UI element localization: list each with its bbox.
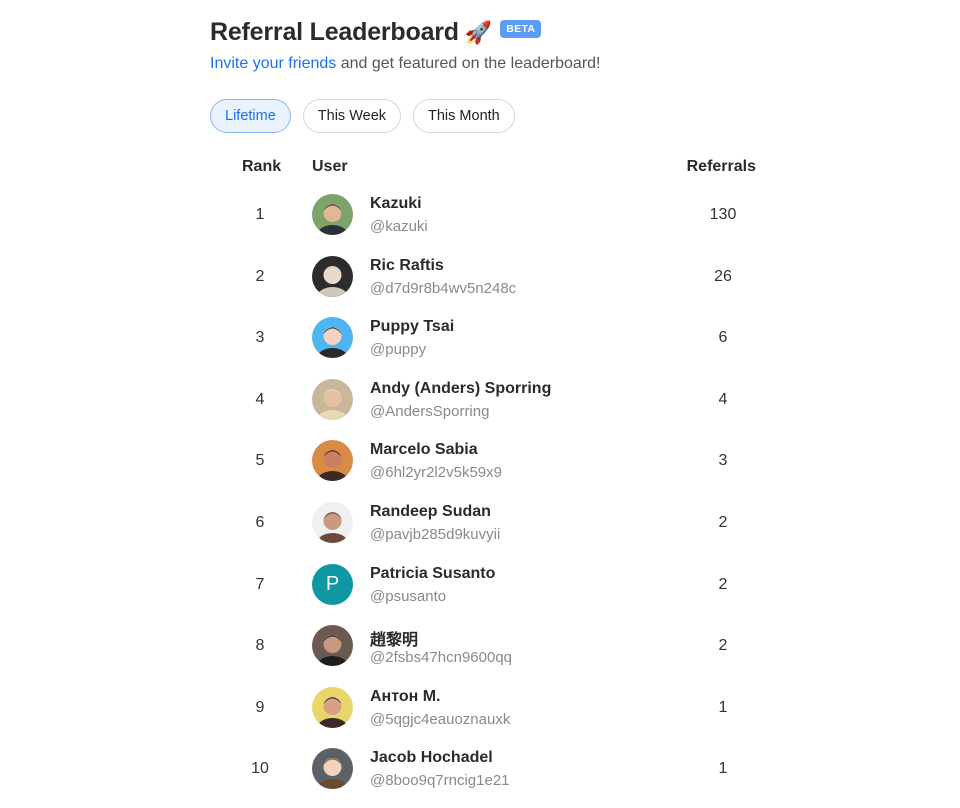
avatar[interactable] [312,625,353,667]
referral-count: 3 [718,452,728,470]
table-row[interactable]: 8 趙黎明 @2fsbs47hcn9600qq 2 [210,615,770,677]
user-handle: @8boo9q7rncig1e21 [370,772,510,790]
user-name[interactable]: 趙黎明 [370,626,418,650]
user-photo-icon [312,255,353,297]
user-photo-icon [312,748,353,790]
referral-count: 2 [718,513,728,531]
user-handle: @2fsbs47hcn9600qq [370,649,513,667]
avatar[interactable] [312,317,353,359]
table-row[interactable]: 7 P Patricia Susanto @psusanto 2 [210,554,770,616]
avatar[interactable]: P [312,563,353,605]
user-name[interactable]: Kazuki [370,195,422,213]
user-photo-icon [312,625,353,667]
table-row[interactable]: 5 Marcelo Sabia @6hl2yr2l2v5k59x9 3 [210,430,770,492]
avatar[interactable] [312,686,353,728]
column-header-user: User [312,158,348,175]
table-row[interactable]: 1 Kazuki @kazuki 130 [210,184,770,246]
avatar[interactable] [312,378,353,420]
table-row[interactable]: 4 Andy (Anders) Sporring @AndersSporring… [210,369,770,431]
rank-value: 1 [255,206,265,223]
table-row[interactable]: 6 Randeep Sudan @pavjb285d9kuvyii 2 [210,492,770,554]
avatar[interactable] [312,440,353,482]
user-handle: @pavjb285d9kuvyii [370,525,501,543]
user-name[interactable]: Randeep Sudan [370,503,491,521]
table-row[interactable]: 9 Антон М. @5qgjc4eauoznauxk 1 [210,677,770,739]
user-name[interactable]: Marcelo Sabia [370,441,478,459]
user-handle: @kazuki [370,218,428,235]
table-row[interactable]: 10 Jacob Hochadel @8boo9q7rncig1e21 1 [210,738,770,800]
period-tabs: Lifetime This Week This Month [210,99,515,133]
avatar[interactable] [312,748,353,790]
invite-friends-link[interactable]: Invite your friends [210,55,336,72]
user-name[interactable]: Puppy Tsai [370,318,454,336]
rocket-icon: 🚀 [464,19,493,45]
user-handle: @psusanto [370,587,447,605]
user-photo-icon [312,378,353,420]
user-name[interactable]: Антон М. [370,688,441,706]
user-name[interactable]: Andy (Anders) Sporring [370,380,551,398]
referral-count: 2 [718,575,728,593]
rank-value: 6 [255,513,265,531]
subtitle: Invite your friends and get featured on … [210,55,600,73]
leaderboard-table-body: 1 Kazuki @kazuki 130 2 Ric Raftis @d7d9r… [210,184,770,800]
referral-count: 26 [714,267,732,285]
user-photo-icon [312,501,353,543]
avatar[interactable] [312,501,353,543]
user-photo-icon [312,194,353,235]
user-name[interactable]: Ric Raftis [370,257,444,275]
table-header: Rank User Referrals [210,158,770,178]
referral-count: 1 [718,698,728,716]
page-title: Referral Leaderboard [210,18,459,46]
rank-value: 3 [255,329,265,347]
avatar-letter: P [325,572,340,595]
table-row[interactable]: 3 Puppy Tsai @puppy 6 [210,307,770,369]
rank-value: 4 [255,390,265,408]
subtitle-text: and get featured on the leaderboard! [336,55,601,72]
user-photo-icon [312,686,353,728]
referral-count: 2 [718,637,728,655]
user-name[interactable]: Patricia Susanto [370,565,495,583]
rank-value: 10 [251,760,269,778]
avatar[interactable] [312,194,353,235]
referral-count: 130 [709,206,737,223]
title-row: Referral Leaderboard 🚀 BETA [210,18,542,47]
rank-value: 5 [255,452,265,470]
rank-value: 9 [255,698,265,716]
rank-value: 2 [255,267,265,285]
user-name[interactable]: Jacob Hochadel [370,749,493,767]
rank-value: 8 [255,637,265,655]
beta-badge: BETA [500,19,542,38]
tab-lifetime[interactable]: Lifetime [210,99,291,133]
table-row[interactable]: 2 Ric Raftis @d7d9r8b4wv5n248c 26 [210,246,770,308]
tab-this-month[interactable]: This Month [413,99,515,133]
user-handle: @6hl2yr2l2v5k59x9 [370,464,502,482]
avatar[interactable] [312,255,353,297]
user-photo-icon [312,440,353,482]
column-header-rank: Rank [242,158,282,175]
user-handle: @d7d9r8b4wv5n248c [370,279,517,297]
user-photo-icon [312,317,353,359]
referral-count: 6 [718,329,728,347]
referral-count: 1 [718,760,728,778]
user-handle: @AndersSporring [370,402,490,420]
tab-this-week[interactable]: This Week [302,99,402,133]
user-handle: @puppy [370,341,427,359]
user-handle: @5qgjc4eauoznauxk [370,710,511,728]
rank-value: 7 [255,575,265,593]
referral-count: 4 [718,390,728,408]
column-header-referrals: Referrals [686,158,756,175]
